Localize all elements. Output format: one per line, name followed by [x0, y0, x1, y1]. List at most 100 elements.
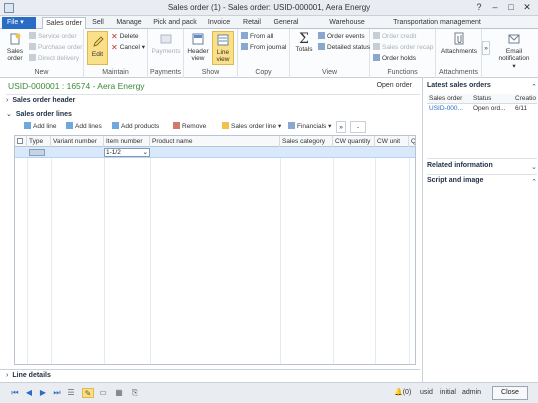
- minimize-button[interactable]: –: [487, 1, 503, 14]
- previous-record-icon[interactable]: ◀: [24, 388, 34, 398]
- remove-button[interactable]: Remove: [173, 121, 206, 133]
- edit-mode-icon[interactable]: ✎: [82, 388, 94, 398]
- last-record-icon[interactable]: ⏭: [52, 388, 62, 398]
- attachments-status-icon[interactable]: ⎘: [130, 388, 140, 398]
- copy-from-all-button[interactable]: From all: [241, 32, 273, 42]
- column-creation[interactable]: Creatio: [513, 94, 537, 104]
- fasttab-sales-order-header[interactable]: › Sales order header: [6, 97, 420, 108]
- header-view-button[interactable]: Header view: [186, 32, 210, 62]
- copy-icon: [241, 32, 248, 39]
- file-label: File: [7, 19, 19, 26]
- delete-icon: ✕: [111, 32, 118, 41]
- tab-transportation-management[interactable]: Transportation management: [392, 17, 482, 29]
- order-credit-button[interactable]: Order credit: [373, 32, 416, 42]
- next-record-icon[interactable]: ▶: [38, 388, 48, 398]
- chevron-up-icon[interactable]: ⌃: [531, 83, 537, 91]
- list-view-icon[interactable]: ☰: [66, 388, 76, 398]
- toolbar-overflow-button[interactable]: »: [336, 121, 346, 133]
- attachments-label: Attachments: [440, 48, 478, 55]
- column-type[interactable]: Type: [27, 136, 51, 147]
- close-window-button[interactable]: ✕: [519, 1, 535, 14]
- tab-retail[interactable]: Retail: [239, 17, 265, 29]
- toolbar-dash-button[interactable]: -: [350, 121, 366, 133]
- edit-button[interactable]: Edit: [87, 31, 108, 65]
- order-holds-button[interactable]: Order holds: [373, 54, 416, 64]
- add-line-button[interactable]: Add line: [24, 121, 57, 133]
- group-functions-label: Functions: [387, 69, 418, 76]
- divider: [280, 158, 281, 364]
- sales-order-link[interactable]: USID-000...: [427, 104, 469, 114]
- purchase-order-button[interactable]: Purchase order: [29, 43, 82, 53]
- column-status[interactable]: Status: [471, 94, 511, 104]
- fasttab-line-details[interactable]: › Line details: [0, 369, 420, 381]
- view-mode-icon[interactable]: ▭: [98, 388, 108, 398]
- financials-menu[interactable]: Financials ▾: [288, 121, 331, 133]
- header-view-label: Header view: [187, 48, 209, 62]
- column-product-name[interactable]: Product name: [150, 136, 280, 147]
- help-icon[interactable]: ?: [471, 1, 487, 14]
- tab-general[interactable]: General: [270, 17, 302, 29]
- dropdown-arrow-icon[interactable]: ⌄: [143, 149, 148, 156]
- ribbon-overflow-button[interactable]: »: [482, 41, 490, 55]
- grid-view-icon[interactable]: ▦: [114, 388, 124, 398]
- group-view: Σ Totals Order events Detailed status Vi…: [290, 29, 370, 78]
- notifications-count[interactable]: 🔔(0): [394, 388, 411, 398]
- related-information-header[interactable]: Related information ⌄: [427, 162, 537, 173]
- chevron-up-icon[interactable]: ⌃: [531, 178, 537, 186]
- latest-sales-orders-header[interactable]: Latest sales orders ⌃: [427, 82, 537, 93]
- first-record-icon[interactable]: ⏮: [10, 388, 20, 398]
- delete-button[interactable]: ✕ Delete: [111, 32, 139, 42]
- chevron-down-icon[interactable]: ⌄: [531, 163, 537, 171]
- add-products-button[interactable]: Add products: [112, 121, 159, 133]
- script-and-image-header[interactable]: Script and image ⌃: [427, 177, 537, 188]
- detailed-status-button[interactable]: Detailed status: [318, 43, 370, 53]
- tab-pick-and-pack[interactable]: Pick and pack: [151, 17, 199, 29]
- email-notification-button[interactable]: Email notification ▾: [494, 32, 534, 70]
- totals-button[interactable]: Σ Totals: [292, 32, 316, 53]
- list-item[interactable]: USID-000... Open ord... 6/11: [427, 104, 537, 114]
- divider: [333, 158, 334, 364]
- group-attachments-label: Attachments: [439, 69, 478, 76]
- service-order-button[interactable]: Service order: [29, 32, 77, 42]
- maximize-button[interactable]: □: [503, 1, 519, 14]
- divider: [375, 158, 376, 364]
- column-cw-quantity[interactable]: CW quantity: [333, 136, 375, 147]
- column-quantity[interactable]: Q: [409, 136, 415, 147]
- line-view-button[interactable]: Line view: [212, 31, 234, 65]
- add-lines-button[interactable]: Add lines: [66, 121, 102, 133]
- item-number-field[interactable]: 1-1/2 ⌄: [104, 148, 150, 157]
- group-new: Sales order Service order Purchase order…: [0, 29, 84, 78]
- copy-from-journal-button[interactable]: From journal: [241, 43, 286, 53]
- column-sales-order[interactable]: Sales order: [427, 94, 469, 104]
- title-bar: Sales order (1) - Sales order: USID-0000…: [0, 0, 538, 16]
- order-events-button[interactable]: Order events: [318, 32, 365, 42]
- tab-warehouse-management[interactable]: Warehouse management: [308, 17, 386, 38]
- column-cw-unit[interactable]: CW unit: [375, 136, 409, 147]
- direct-delivery-button[interactable]: Direct delivery: [29, 54, 79, 64]
- tab-invoice[interactable]: Invoice: [205, 17, 233, 29]
- column-sales-category[interactable]: Sales category: [280, 136, 333, 147]
- payments-button[interactable]: Payments: [150, 32, 182, 55]
- recap-icon: [373, 43, 380, 50]
- file-menu-button[interactable]: File ▾: [2, 17, 36, 29]
- copy-journal-icon: [241, 43, 248, 50]
- divider: [427, 174, 537, 175]
- attachments-button[interactable]: Attachments: [438, 32, 480, 55]
- column-variant-number[interactable]: Variant number: [51, 136, 104, 147]
- fasttab-sales-order-lines[interactable]: ⌄ Sales order lines: [6, 110, 420, 121]
- select-all-checkbox[interactable]: [15, 136, 27, 147]
- tab-sell[interactable]: Sell: [88, 17, 108, 29]
- tab-manage[interactable]: Manage: [114, 17, 144, 29]
- type-field[interactable]: [29, 149, 45, 156]
- group-maintain-label: Maintain: [102, 69, 129, 76]
- close-button[interactable]: Close: [492, 386, 528, 400]
- order-events-icon: [318, 32, 325, 39]
- sales-order-line-icon: [222, 122, 229, 129]
- cancel-button[interactable]: ✕ Cancel ▾: [111, 43, 145, 53]
- tab-sales-order[interactable]: Sales order: [42, 17, 86, 29]
- sales-order-line-menu[interactable]: Sales order line ▾: [222, 121, 281, 133]
- new-sales-order-button[interactable]: Sales order: [4, 32, 26, 62]
- table-row[interactable]: 1-1/2 ⌄: [15, 147, 415, 158]
- column-item-number[interactable]: Item number: [104, 136, 150, 147]
- sales-order-recap-button[interactable]: Sales order recap: [373, 43, 433, 53]
